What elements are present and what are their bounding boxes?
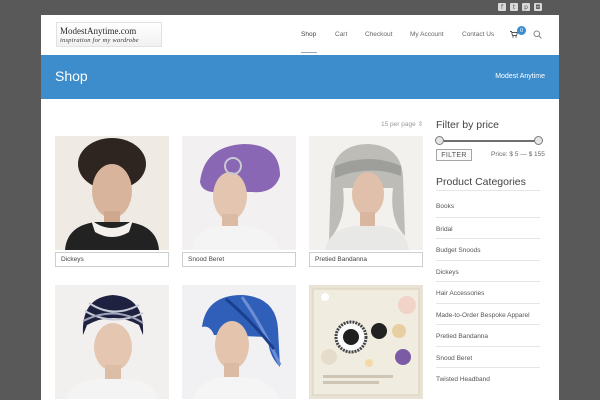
product-card[interactable]: Dickeys	[55, 136, 169, 267]
category-link[interactable]: Made-to-Order Bespoke Apparel	[436, 302, 540, 325]
category-link[interactable]: Snood Beret	[436, 345, 540, 368]
product-card[interactable]: Pretied Bandanna	[309, 136, 423, 267]
category-list: Books Bridal Budget Snoods Dickeys Hair …	[436, 195, 540, 389]
site-header: ModestAnytime.com inspiration for my war…	[41, 15, 559, 55]
pinterest-icon[interactable]: p	[522, 3, 530, 11]
category-link[interactable]: Dickeys	[436, 259, 540, 282]
product-card[interactable]	[55, 285, 169, 400]
product-title[interactable]: Snood Beret	[182, 252, 296, 267]
nav-active-indicator	[301, 52, 317, 53]
product-card[interactable]	[309, 285, 423, 400]
price-slider-min-handle[interactable]	[435, 136, 444, 145]
category-link[interactable]: Hair Accessories	[436, 281, 540, 303]
facebook-icon[interactable]: f	[498, 3, 506, 11]
product-image[interactable]	[309, 285, 423, 399]
per-page-select[interactable]: 15 per page ⇕	[381, 120, 423, 128]
page: ModestAnytime.com inspiration for my war…	[41, 15, 559, 400]
filter-button[interactable]: FILTER	[436, 149, 472, 161]
select-arrows-icon: ⇕	[417, 121, 424, 128]
product-image[interactable]	[55, 285, 169, 399]
category-link[interactable]: Books	[436, 195, 540, 217]
page-title: Shop	[55, 68, 88, 84]
nav-shop[interactable]: Shop	[301, 31, 316, 38]
product-card[interactable]	[182, 285, 296, 400]
heading-divider	[436, 190, 540, 191]
nav-checkout[interactable]: Checkout	[365, 31, 392, 38]
product-image[interactable]	[55, 136, 169, 250]
product-image[interactable]	[309, 136, 423, 250]
product-title[interactable]: Pretied Bandanna	[309, 252, 423, 267]
category-link[interactable]: Pretied Bandanna	[436, 324, 540, 346]
logo-title: ModestAnytime.com	[60, 26, 137, 36]
site-logo[interactable]: ModestAnytime.com inspiration for my war…	[56, 22, 162, 47]
product-title[interactable]: Dickeys	[55, 252, 169, 267]
category-link[interactable]: Budget Snoods	[436, 238, 540, 260]
product-card[interactable]: Snood Beret	[182, 136, 296, 267]
top-bar: f t p ◘	[0, 0, 600, 15]
price-slider-track[interactable]	[439, 140, 539, 142]
product-categories-heading: Product Categories	[436, 176, 526, 188]
instagram-icon[interactable]: ◘	[534, 3, 542, 11]
nav-contact-us[interactable]: Contact Us	[462, 31, 494, 38]
category-link[interactable]: Twisted Headband	[436, 367, 540, 389]
per-page-value: 15 per page	[381, 121, 416, 128]
cart-count-badge: 0	[517, 26, 526, 35]
price-range-text: Price: $ 5 — $ 155	[491, 151, 545, 158]
filter-price-heading: Filter by price	[436, 119, 500, 131]
breadcrumb[interactable]: Modest Anytime	[495, 73, 545, 80]
page-title-bar: Shop Modest Anytime	[41, 55, 559, 99]
nav-cart[interactable]: Cart	[335, 31, 347, 38]
price-slider-max-handle[interactable]	[534, 136, 543, 145]
nav-my-account[interactable]: My Account	[410, 31, 444, 38]
social-links: f t p ◘	[498, 3, 542, 11]
category-link[interactable]: Bridal	[436, 216, 540, 239]
product-image[interactable]	[182, 285, 296, 399]
product-image[interactable]	[182, 136, 296, 250]
logo-tagline: inspiration for my wardrobe	[60, 37, 139, 44]
search-icon[interactable]	[533, 30, 542, 39]
twitter-icon[interactable]: t	[510, 3, 518, 11]
